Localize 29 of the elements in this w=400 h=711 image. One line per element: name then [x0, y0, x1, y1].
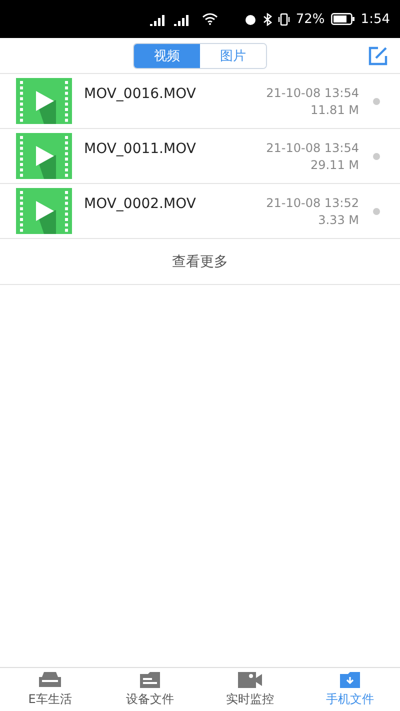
file-row[interactable]: MOV_0011.MOV 21-10-08 13:54 29.11 M — [0, 129, 400, 184]
video-file-icon — [16, 78, 72, 124]
video-file-icon — [16, 133, 72, 179]
car-icon — [38, 671, 62, 689]
file-size: 29.11 M — [310, 158, 359, 172]
file-name: MOV_0011.MOV — [84, 141, 197, 157]
file-date: 21-10-08 13:52 — [266, 196, 359, 210]
edit-icon[interactable] — [368, 46, 388, 66]
battery-percentage: 72% — [296, 12, 325, 26]
file-date: 21-10-08 13:54 — [266, 140, 359, 154]
download-folder-icon — [339, 671, 361, 689]
video-camera-icon — [237, 671, 263, 689]
dot-icon — [373, 208, 380, 214]
bluetooth-icon — [262, 12, 272, 26]
video-file-icon — [16, 188, 72, 234]
battery-icon — [330, 13, 355, 25]
dot-icon — [373, 98, 380, 104]
file-size: 11.81 M — [310, 102, 359, 116]
folder-icon — [139, 671, 161, 689]
dot-icon — [373, 152, 380, 160]
file-size: 3.33 M — [318, 212, 359, 226]
file-date: 21-10-08 13:54 — [266, 86, 359, 100]
file-name: MOV_0002.MOV — [84, 196, 197, 212]
file-name: MOV_0016.MOV — [84, 86, 197, 102]
vibrate-icon — [278, 12, 290, 26]
alarm-icon — [244, 12, 257, 26]
wifi-icon — [202, 13, 218, 25]
clock-time: 1:54 — [360, 12, 390, 26]
file-row[interactable]: MOV_0016.MOV 21-10-08 13:54 11.81 M — [0, 74, 400, 129]
